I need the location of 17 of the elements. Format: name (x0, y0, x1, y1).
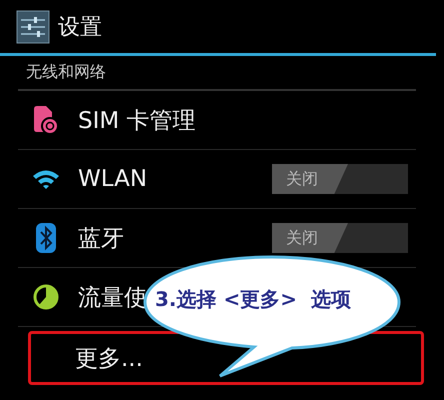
screen-title: 设置 (58, 14, 102, 42)
data-usage-icon (33, 284, 59, 310)
sim-card-icon (32, 105, 60, 135)
section-header: 无线和网络 (26, 62, 106, 81)
bluetooth-icon (36, 223, 56, 253)
settings-item-label[interactable]: 蓝牙 (78, 222, 124, 254)
settings-icon (16, 10, 50, 44)
settings-item-label[interactable]: WLAN (78, 166, 148, 192)
toggle-switch[interactable]: 关闭 (272, 164, 408, 194)
toggle-label: 关闭 (272, 223, 348, 253)
settings-item-label: 更多... (75, 344, 143, 374)
callout-text: 3.选择 <更多> 选项 (155, 286, 351, 313)
settings-item-label[interactable]: SIM 卡管理 (78, 104, 196, 136)
toggle-switch[interactable]: 关闭 (272, 223, 408, 253)
wifi-icon (32, 168, 60, 190)
toggle-label: 关闭 (272, 164, 348, 194)
settings-item-label[interactable]: 流量使 (78, 282, 147, 312)
